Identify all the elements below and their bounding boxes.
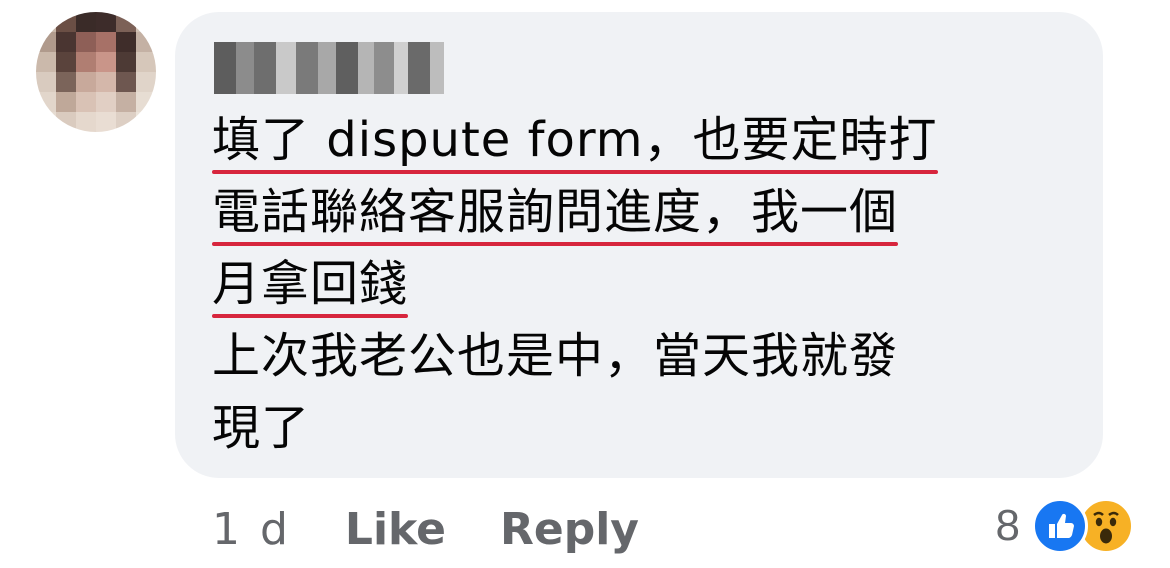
underlined-text: 電話聯絡客服詢問進度，我一個	[212, 176, 899, 248]
comment-line-5: 現了	[212, 400, 311, 456]
commenter-name-blurred[interactable]	[214, 42, 444, 94]
like-icon	[1032, 498, 1088, 554]
like-button[interactable]: Like	[345, 504, 446, 555]
reply-button[interactable]: Reply	[500, 504, 639, 555]
underlined-text: 填了 dispute form，也要定時打	[212, 104, 938, 176]
comment-actions: 1 d Like Reply	[212, 494, 693, 564]
comment-line-2: 電話聯絡客服詢問進度，我一個	[212, 176, 1092, 248]
underlined-text: 月拿回錢	[212, 248, 409, 320]
timestamp[interactable]: 1 d	[212, 504, 291, 555]
avatar[interactable]	[36, 12, 156, 132]
reaction-count: 8	[995, 501, 1020, 550]
comment-line-4: 上次我老公也是中，當天我就發	[212, 328, 899, 384]
comment-text: 填了 dispute form，也要定時打 電話聯絡客服詢問進度，我一個 月拿回…	[212, 104, 1092, 464]
comment-line-3: 月拿回錢	[212, 248, 1092, 320]
comment-line-1: 填了 dispute form，也要定時打	[212, 104, 1092, 176]
reactions-summary[interactable]: 8	[996, 496, 1134, 556]
